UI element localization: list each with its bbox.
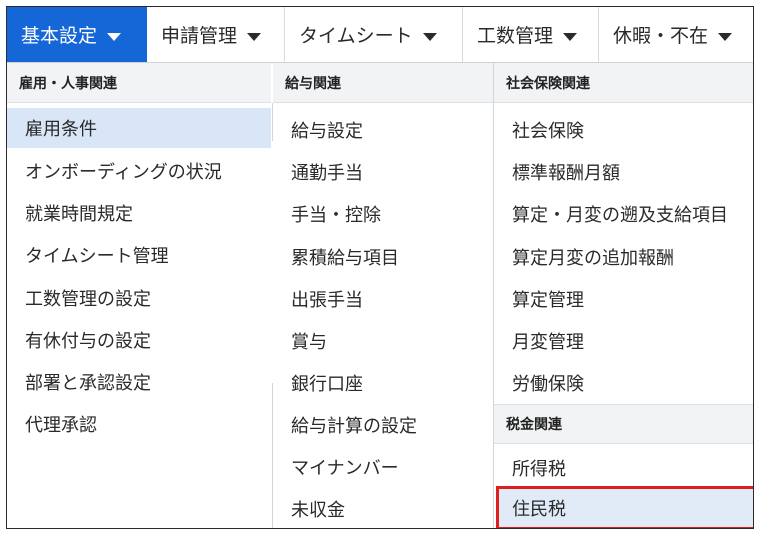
nav-timesheet[interactable]: タイムシート (285, 7, 463, 62)
column-header-tax: 税金関連 (494, 404, 753, 444)
menu-item-commuting-allowance[interactable]: 通勤手当 (273, 152, 493, 192)
menu-item-retroactive-payment-items[interactable]: 算定・月変の遡及支給項目 (494, 194, 753, 234)
menu-item-timesheet-management[interactable]: タイムシート管理 (7, 235, 271, 275)
nav-leave-absence-label: 休暇・不在 (613, 25, 709, 47)
nav-request-management-label: 申請管理 (161, 25, 238, 47)
menu-item-cumulative-payroll-items[interactable]: 累積給与項目 (273, 237, 493, 277)
menu-item-bonus[interactable]: 賞与 (273, 321, 493, 361)
menu-item-my-number[interactable]: マイナンバー (273, 447, 493, 487)
menu-item-monthly-change-management[interactable]: 月変管理 (494, 321, 753, 361)
column-social-insurance-tax: 社会保険関連 社会保険 標準報酬月額 算定・月変の遡及支給項目 算定月変の追加報… (494, 63, 753, 528)
nav-basic-settings[interactable]: 基本設定 (7, 7, 147, 62)
nav-timesheet-label: タイムシート (299, 25, 413, 47)
menu-item-payroll-settings[interactable]: 給与設定 (273, 110, 493, 150)
menu-item-standard-monthly-remuneration[interactable]: 標準報酬月額 (494, 152, 753, 192)
menu-item-delegate-approval[interactable]: 代理承認 (7, 404, 271, 444)
menu-item-income-tax[interactable]: 所得税 (494, 448, 753, 488)
nav-basic-settings-label: 基本設定 (21, 25, 98, 47)
nav-request-management[interactable]: 申請管理 (147, 7, 285, 62)
menu-item-bank-account[interactable]: 銀行口座 (273, 363, 493, 403)
menu-item-additional-remuneration[interactable]: 算定月変の追加報酬 (494, 237, 753, 277)
menu-frame: 基本設定 申請管理 タイムシート 工数管理 休暇・不在 雇用・人事関連 雇用条件… (6, 6, 754, 529)
menu-item-social-insurance[interactable]: 社会保険 (494, 110, 753, 150)
caret-down-icon (107, 32, 122, 41)
menu-item-allowances-deductions[interactable]: 手当・控除 (273, 194, 493, 234)
column-header-employment: 雇用・人事関連 (7, 63, 271, 103)
caret-down-icon (422, 32, 437, 41)
menu-item-effort-management-settings[interactable]: 工数管理の設定 (7, 278, 271, 318)
menu-item-business-trip-allowance[interactable]: 出張手当 (273, 279, 493, 319)
column-payroll: 給与関連 給与設定 通勤手当 手当・控除 累積給与項目 出張手当 賞与 銀行口座… (273, 63, 493, 528)
nav-effort-management-label: 工数管理 (477, 25, 554, 47)
caret-down-icon (247, 32, 262, 41)
nav-effort-management[interactable]: 工数管理 (463, 7, 599, 62)
menu-item-employment-conditions[interactable]: 雇用条件 (7, 108, 271, 148)
column-header-payroll: 給与関連 (273, 63, 493, 103)
menu-item-paid-leave-settings[interactable]: 有休付与の設定 (7, 320, 271, 360)
nav-leave-absence[interactable]: 休暇・不在 (599, 7, 753, 62)
caret-down-icon (563, 32, 578, 41)
column-employment: 雇用・人事関連 雇用条件 オンボーディングの状況 就業時間規定 タイムシート管理… (7, 63, 271, 528)
menu-item-labor-insurance[interactable]: 労働保険 (494, 363, 753, 403)
menu-item-resident-tax[interactable]: 住民税 (494, 488, 753, 528)
menu-item-onboarding-status[interactable]: オンボーディングの状況 (7, 151, 271, 191)
caret-down-icon (718, 32, 733, 41)
column-header-social-insurance: 社会保険関連 (494, 63, 753, 103)
menu-item-calculation-management[interactable]: 算定管理 (494, 279, 753, 319)
menu-item-working-hours-rules[interactable]: 就業時間規定 (7, 193, 271, 233)
top-navbar: 基本設定 申請管理 タイムシート 工数管理 休暇・不在 (7, 7, 753, 63)
menu-item-accounts-receivable[interactable]: 未収金 (273, 489, 493, 528)
menu-item-department-approval-settings[interactable]: 部署と承認設定 (7, 362, 271, 402)
menu-item-payroll-calculation-settings[interactable]: 給与計算の設定 (273, 405, 493, 445)
